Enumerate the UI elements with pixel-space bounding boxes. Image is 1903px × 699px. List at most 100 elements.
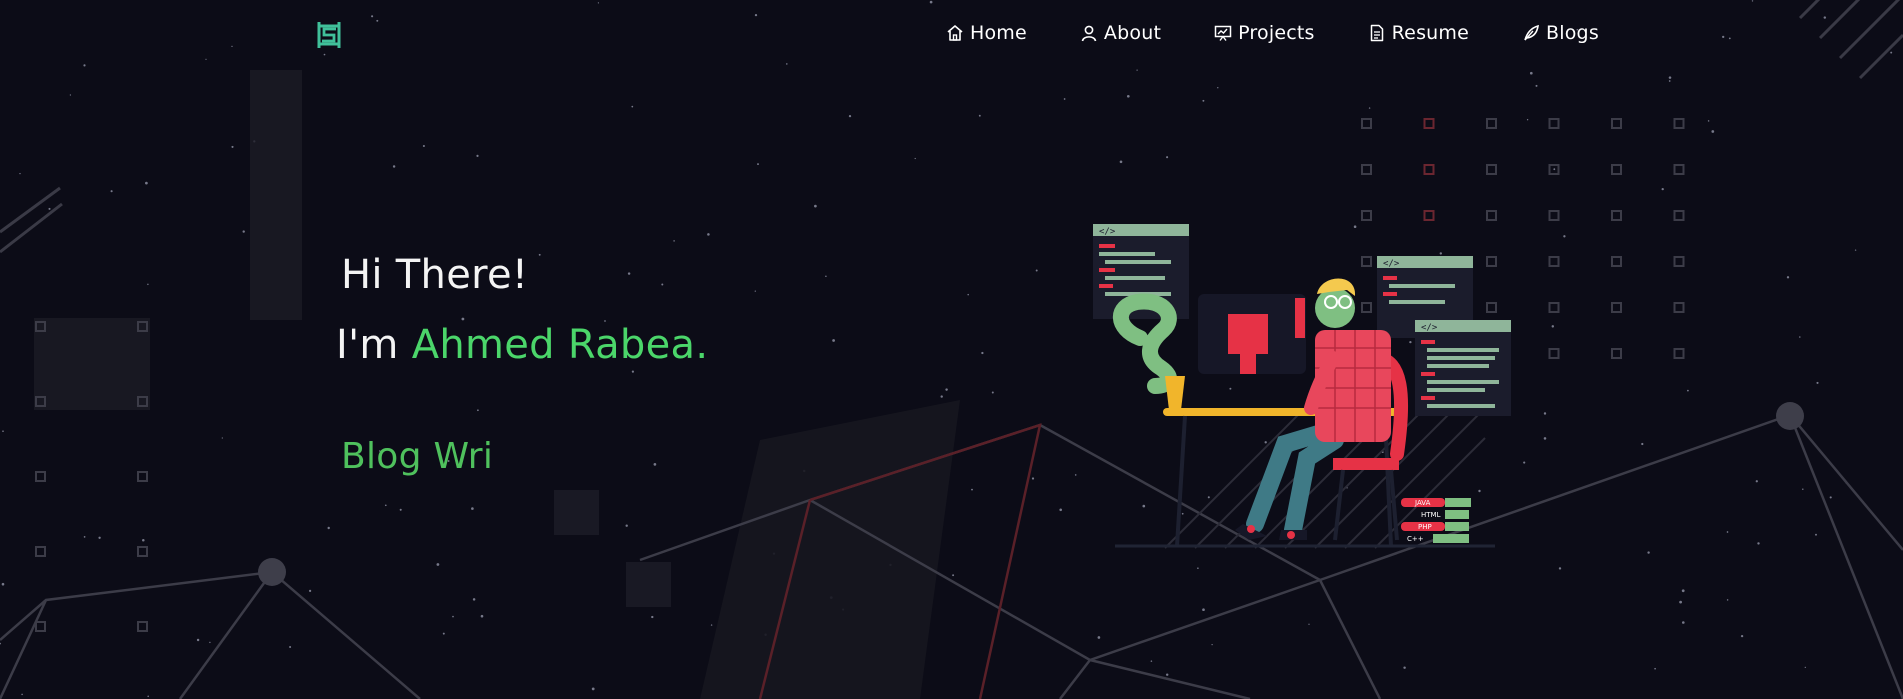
star: [631, 105, 634, 108]
background-decoration: [0, 0, 1903, 699]
star: [825, 275, 827, 277]
star: [471, 507, 474, 510]
star: [1681, 589, 1685, 593]
star: [110, 190, 113, 193]
star: [476, 154, 479, 157]
star: [848, 114, 852, 118]
star: [1707, 120, 1710, 122]
nav-projects[interactable]: Projects: [1214, 20, 1315, 46]
grid-square: [1611, 210, 1622, 221]
star: [289, 645, 292, 649]
star: [477, 409, 479, 412]
feather-icon: [1524, 24, 1539, 41]
star: [98, 536, 101, 539]
star: [1726, 531, 1729, 533]
star: [978, 114, 981, 117]
grid-square: [1611, 256, 1622, 267]
nav-about[interactable]: About: [1080, 20, 1161, 46]
star: [1799, 336, 1801, 338]
presentation-icon: [1214, 25, 1232, 41]
star: [1526, 119, 1529, 121]
star: [757, 163, 759, 166]
star: [231, 145, 234, 148]
star: [627, 272, 631, 275]
grid-square: [1361, 118, 1372, 129]
star: [2, 430, 4, 432]
grid-square: [35, 546, 46, 557]
star: [625, 524, 628, 527]
star: [327, 526, 330, 530]
bg-stroke: [0, 202, 63, 254]
star: [1815, 533, 1817, 536]
network-node: [258, 558, 286, 586]
star: [472, 598, 476, 601]
star: [1074, 474, 1077, 476]
star: [1641, 442, 1644, 446]
nav-home[interactable]: Home: [946, 20, 1027, 46]
coffee-cup-icon: [1165, 376, 1185, 410]
star: [991, 391, 994, 394]
star: [1119, 160, 1123, 164]
nav-resume-label: Resume: [1391, 22, 1470, 44]
star: [1126, 94, 1130, 98]
star: [1097, 636, 1101, 639]
star: [392, 165, 396, 168]
book-label: C++: [1407, 535, 1424, 543]
star: [914, 157, 916, 160]
hero-name-line: I'm Ahmed Rabea.: [336, 322, 708, 368]
document-icon: [1370, 24, 1383, 42]
book-label: PHP: [1418, 523, 1432, 531]
person-torso: [1315, 330, 1391, 442]
book-label: JAVA: [1414, 499, 1431, 507]
nav-menu: Home About Projects Resume Blogs: [946, 20, 1599, 46]
star: [1668, 80, 1671, 82]
star: [1063, 98, 1066, 100]
hero-name-prefix: I'm: [336, 322, 412, 368]
star: [1059, 508, 1062, 512]
star: [1, 582, 5, 586]
star: [1202, 608, 1205, 612]
star: [1804, 666, 1806, 669]
star: [1535, 84, 1538, 87]
star: [940, 395, 943, 398]
star: [1668, 76, 1672, 79]
star: [967, 293, 969, 296]
star: [710, 624, 713, 626]
star: [1368, 107, 1371, 109]
star: [1647, 551, 1650, 554]
grid-square: [1611, 302, 1622, 313]
star: [1308, 623, 1310, 625]
star: [1202, 99, 1205, 102]
grid-square: [1673, 210, 1685, 221]
hexagon-s-logo-icon[interactable]: [316, 20, 342, 50]
grid-square: [1673, 302, 1685, 313]
star: [196, 638, 200, 642]
bg-panel: [700, 400, 960, 699]
bg-rectangle: [250, 70, 302, 320]
star: [442, 632, 445, 635]
nav-about-label: About: [1103, 22, 1162, 44]
star: [1740, 634, 1744, 638]
star: [1802, 488, 1804, 490]
star: [0, 642, 1, 645]
star: [1543, 412, 1547, 415]
grid-square: [1486, 164, 1497, 175]
star: [308, 589, 312, 593]
star: [399, 508, 402, 511]
star: [1543, 437, 1547, 440]
grid-square: [1611, 118, 1622, 129]
star: [145, 181, 148, 185]
hero-greeting: Hi There!: [341, 252, 529, 298]
star: [1529, 71, 1533, 75]
star: [814, 204, 817, 208]
star: [1217, 87, 1219, 89]
star: [83, 536, 86, 538]
user-icon: [1081, 25, 1097, 42]
hero-typed-text: Blog Wri: [341, 436, 494, 477]
star: [1551, 325, 1555, 328]
nav-resume[interactable]: Resume: [1368, 20, 1469, 46]
grid-square: [1548, 302, 1560, 313]
nav-blogs[interactable]: Blogs: [1522, 20, 1599, 46]
star: [945, 388, 948, 391]
grid-square: [1361, 164, 1372, 175]
